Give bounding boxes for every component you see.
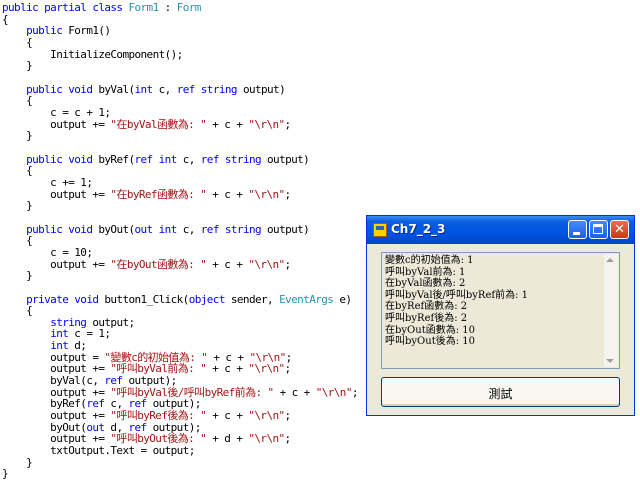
code-token: int [134,82,159,96]
code-token: out int [134,222,183,236]
code-line: } [2,467,9,481]
test-button-label: 測試 [488,387,513,401]
code-token: public void [26,82,99,96]
code-token: : [158,1,177,14]
code-token: Form1() [68,24,111,38]
code-token: button1_Click( [104,292,189,306]
code-token: c, [182,152,201,166]
code-token: + c + [206,187,249,201]
close-button[interactable]: ✕ [610,220,629,239]
scroll-up-icon[interactable] [606,258,614,262]
minimize-button[interactable] [568,220,587,239]
code-token: "\r\n" [248,409,285,423]
code-line: } [2,59,33,73]
code-token: } [2,467,9,481]
code-line: } [2,129,33,143]
code-token: "\r\n" [248,362,285,376]
code-token: c, [182,222,201,236]
code-line: public partial class Form1 : Form [2,1,201,15]
code-line: output += "在byOut函數為: " + c + "\r\n"; [2,258,291,272]
code-token: Form [176,1,202,14]
code-token: ref string [200,152,268,166]
code-token: "\r\n" [248,117,285,131]
output-textbox[interactable]: 變數c的初始值為: 1 呼叫byVal前為: 1 在byVal函數為: 2 呼叫… [381,252,620,369]
code-line: public void byRef(ref int c, ref string … [2,152,310,167]
code-token: "\r\n" [315,385,353,399]
code-token: public void [26,222,99,236]
code-token: } [2,269,33,283]
test-button[interactable]: 測試 [381,377,620,407]
output-text: 變數c的初始值為: 1 呼叫byVal前為: 1 在byVal函數為: 2 呼叫… [385,255,528,348]
code-token: private void [26,292,105,306]
code-token: public void [26,152,99,166]
code-token: ; [284,117,292,131]
code-token: "\r\n" [248,432,285,446]
code-token: ; [284,409,292,423]
code-token: ref string [176,82,243,96]
code-line: } [2,269,33,283]
code-line: public void byVal(int c, ref string outp… [2,82,286,97]
code-token: output) [267,222,310,236]
code-token: c, [158,82,177,96]
vertical-scrollbar[interactable] [604,254,618,367]
code-token: "在byRef函數為: " [110,187,207,201]
form-window: Ch7_2_3 ✕ 變數c的初始值為: 1 呼叫byVal前為: 1 在byVa… [366,215,635,416]
code-token: sender, [230,292,280,306]
code-token: public partial class [2,1,129,14]
code-token: ; [284,257,292,271]
code-token: e) [339,292,352,306]
app-icon[interactable] [373,223,387,237]
code-token: + c + [206,409,249,423]
code-token: + c + [206,362,249,376]
code-token: object [188,292,231,306]
code-line: private void button1_Click(object sender… [2,292,352,307]
code-token: ; [284,187,292,201]
scroll-down-icon[interactable] [606,359,614,363]
title-bar[interactable]: Ch7_2_3 ✕ [367,216,634,244]
code-token: output) [242,82,286,96]
close-icon: ✕ [614,222,625,237]
code-token: byVal( [98,82,135,96]
code-token: output) [267,152,310,166]
code-token: byRef( [98,152,135,166]
code-line: output += "在byRef函數為: " + c + "\r\n"; [2,188,291,202]
code-token: + d + [206,432,249,446]
code-token: ; [284,432,292,446]
code-token: } [2,59,33,73]
code-token: ref string [200,222,268,236]
code-token: + c + [206,257,249,271]
code-line: } [2,199,33,213]
code-token: ref int [134,152,183,166]
window-title: Ch7_2_3 [391,222,446,236]
code-token: "在byOut函數為: " [110,257,207,271]
code-token: + c + [273,385,316,399]
code-token: ; [284,362,292,376]
code-line: public void byOut(out int c, ref string … [2,222,310,237]
code-token: "\r\n" [248,187,285,201]
code-token: ; [351,385,359,399]
code-line: output += "在byVal函數為: " + c + "\r\n"; [2,118,291,132]
code-token: Form1 [128,1,159,14]
code-token: byOut( [98,222,135,236]
code-token: } [2,199,33,213]
code-token: EventArgs [279,292,340,306]
code-token: + c + [206,117,249,131]
code-token: } [2,129,33,143]
code-token: "\r\n" [248,257,285,271]
maximize-button[interactable] [589,220,608,239]
code-token: "在byVal函數為: " [110,117,207,131]
code-token: public [26,24,69,38]
